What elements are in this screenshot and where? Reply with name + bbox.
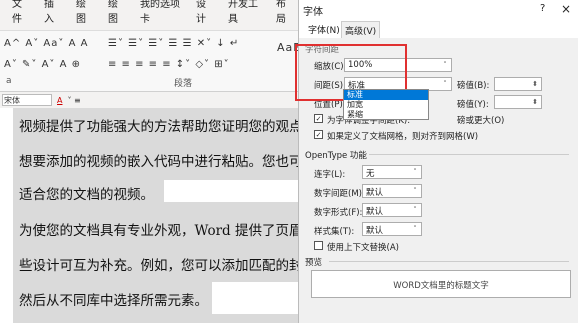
- tab-advanced[interactable]: 高级(V): [341, 21, 381, 38]
- chevron-down-icon: ˅: [413, 225, 417, 233]
- help-icon[interactable]: ?: [540, 3, 545, 14]
- style-set-select[interactable]: 默认 ˅: [362, 222, 422, 236]
- kerning-checkbox[interactable]: ✓: [314, 114, 323, 123]
- pt2-label: 磅值(Y):: [457, 100, 489, 110]
- separator: [329, 261, 569, 262]
- word-window: 文件 插入 绘图 绘图 我的选项卡 设计 开发工具 布局 A^ A˅ Aa˅ A…: [0, 0, 301, 323]
- spacing-option-expanded[interactable]: 加宽: [344, 100, 428, 110]
- spinner-icon: ⬍: [532, 98, 538, 106]
- menu-draw[interactable]: 绘图: [68, 0, 100, 30]
- para-tools-row2[interactable]: ≡ ≡ ≡ ≡ ≡ ↕˅ ◇˅ ⊞˅: [108, 59, 230, 70]
- grid-label: 如果定义了文档网格，则对齐到网格(W): [327, 132, 479, 142]
- menu-developer[interactable]: 开发工具: [220, 0, 268, 30]
- chevron-down-icon: ˅: [443, 61, 447, 69]
- chevron-down-icon: ˅: [413, 206, 417, 214]
- menu-draw-2[interactable]: 绘图: [100, 0, 132, 30]
- menu-design[interactable]: 设计: [188, 0, 220, 30]
- blank-area-2: [212, 282, 300, 314]
- tab-font[interactable]: 字体(N): [305, 21, 343, 38]
- pt1-label: 磅值(B):: [457, 81, 490, 91]
- font-name-box[interactable]: 宋体: [2, 94, 52, 106]
- font-tools-row1[interactable]: A^ A˅ Aa˅ A A: [4, 38, 88, 49]
- group-paragraph-label: 段落: [174, 79, 193, 89]
- group-font-label: a: [6, 76, 12, 86]
- blank-area: [164, 180, 300, 202]
- chevron-down-icon: ˅: [443, 80, 447, 88]
- style-set-label: 样式集(T):: [314, 227, 355, 237]
- menu-layout[interactable]: 布局: [268, 0, 300, 30]
- section-opentype: OpenType 功能: [305, 151, 367, 161]
- grid-checkbox[interactable]: ✓: [314, 130, 323, 139]
- chevron-down-icon: ˅: [413, 187, 417, 195]
- menu-bar: 文件 插入 绘图 绘图 我的选项卡 设计 开发工具 布局: [0, 0, 300, 30]
- doc-line-2: 想要添加的视频的嵌入代码中进行粘贴。您也可: [19, 154, 299, 170]
- pt1-spinner[interactable]: ⬍: [494, 77, 542, 91]
- format-bar: 宋体 A ˅ ≡: [0, 92, 300, 108]
- num-spacing-label: 数字间距(M):: [314, 189, 365, 199]
- close-icon[interactable]: ×: [561, 2, 571, 16]
- para-tools-row1[interactable]: ☰˅ ☰˅ ☰˅ ☰ ☰ ✕˅ ↓ ↵: [108, 38, 239, 49]
- preview-box: WORD文档里的标题文字: [311, 270, 571, 298]
- context-checkbox[interactable]: [314, 241, 323, 250]
- doc-line-4: 为使您的文档具有专业外观，Word 提供了页眉: [19, 223, 299, 239]
- separator: [369, 154, 569, 155]
- dialog-tabs: 字体(N) 高级(V): [299, 18, 578, 38]
- font-tools-row2[interactable]: A˅ ✎˅ A˅ A ⊕: [4, 59, 81, 70]
- spinner-icon: ⬍: [532, 80, 538, 88]
- num-spacing-select[interactable]: 默认 ˅: [362, 184, 422, 198]
- kerning-suffix: 磅或更大(O): [457, 116, 505, 126]
- menu-file[interactable]: 文件: [4, 0, 36, 30]
- chevron-down-icon: ˅: [413, 168, 417, 176]
- ligature-select[interactable]: 无 ˅: [362, 165, 422, 179]
- num-form-select[interactable]: 默认 ˅: [362, 203, 422, 217]
- menu-insert[interactable]: 插入: [36, 0, 68, 30]
- context-label: 使用上下文替换(A): [327, 243, 399, 253]
- spacing-option-condensed[interactable]: 紧缩: [344, 110, 428, 120]
- section-preview: 预览: [305, 258, 323, 268]
- num-form-label: 数字形式(F):: [314, 208, 363, 218]
- ribbon: A^ A˅ Aa˅ A A ☰˅ ☰˅ ☰˅ ☰ ☰ ✕˅ ↓ ↵ A˅ ✎˅ …: [0, 30, 301, 92]
- spacing-dropdown-list: 标准 加宽 紧缩: [343, 89, 429, 120]
- chevron-down-icon[interactable]: ˅ ≡: [67, 96, 80, 105]
- doc-line-1: 视频提供了功能强大的方法帮助您证明您的观点: [19, 119, 299, 135]
- font-color-icon[interactable]: A: [57, 96, 62, 105]
- dialog-title: 字体: [299, 0, 578, 18]
- menu-my-tab[interactable]: 我的选项卡: [132, 0, 188, 30]
- spacing-option-standard[interactable]: 标准: [344, 90, 428, 100]
- ligature-label: 连字(L):: [314, 170, 346, 180]
- pt2-spinner[interactable]: ⬍: [494, 95, 542, 109]
- doc-line-5: 些设计可互为补充。例如，您可以添加匹配的封面: [19, 258, 299, 274]
